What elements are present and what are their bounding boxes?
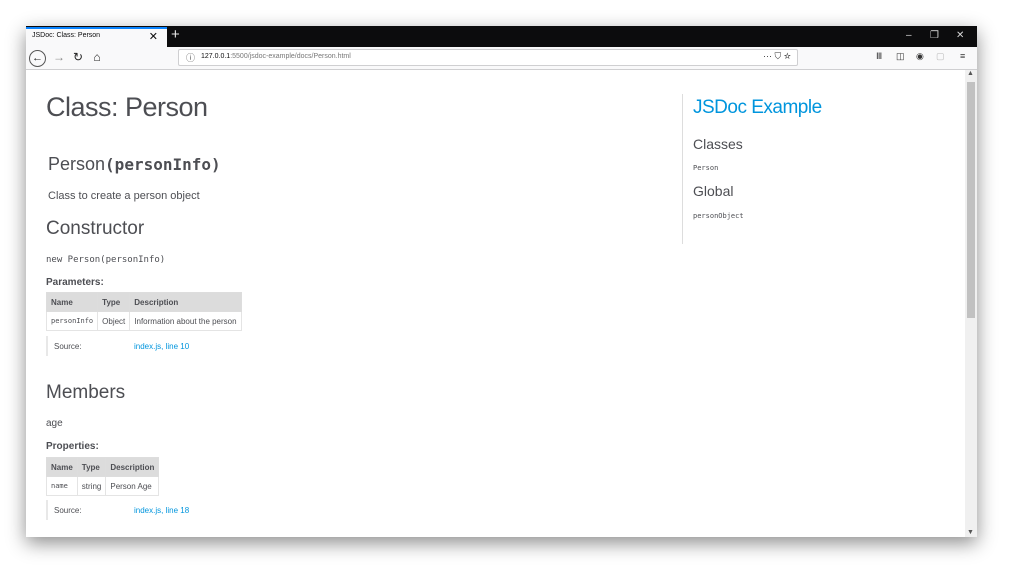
class-description: Class to create a person object	[48, 190, 200, 202]
extension-icon[interactable]: ▢	[936, 51, 945, 62]
column-header: Type	[76, 457, 107, 477]
forward-icon[interactable]: →	[52, 49, 66, 66]
signature-params: (personInfo)	[105, 155, 221, 174]
prop-name: name	[46, 476, 78, 496]
scroll-up-icon[interactable]: ▲	[967, 70, 974, 77]
page-content: Class: Person Person(personInfo) Class t…	[26, 70, 965, 537]
page-actions[interactable]: ··· ⛉ ☆	[763, 51, 791, 62]
class-signature: Person(personInfo)	[48, 154, 221, 175]
menu-icon[interactable]: ≡	[960, 51, 965, 61]
library-icon[interactable]: Ⅲ	[876, 51, 882, 62]
vertical-scrollbar[interactable]: ▲ ▼	[965, 70, 977, 537]
constructor-heading: Constructor	[46, 218, 145, 239]
source-block: Source: index.js, line 18	[46, 500, 198, 520]
brand-link[interactable]: JSDoc Example	[693, 97, 822, 119]
param-description: Information about the person	[129, 311, 242, 331]
sidebar-item-personobject[interactable]: personObject	[693, 212, 744, 220]
source-label: Source:	[54, 342, 82, 351]
table-header-row: Name Type Description	[46, 457, 160, 477]
source-block: Source: index.js, line 10	[46, 336, 198, 356]
home-icon[interactable]: ⌂	[90, 49, 104, 66]
sidebar-item-person[interactable]: Person	[693, 164, 718, 172]
table-header-row: Name Type Description	[45, 292, 242, 312]
classes-heading: Classes	[693, 136, 743, 152]
properties-table: Name Type Description name string Person…	[46, 457, 160, 496]
reload-icon[interactable]: ↻	[71, 49, 85, 66]
source-link[interactable]: index.js, line 18	[134, 506, 189, 515]
minimize-button[interactable]: –	[906, 28, 912, 44]
tab-title: JSDoc: Class: Person	[32, 32, 101, 39]
column-header: Type	[97, 292, 131, 312]
navigation-toolbar: ← → ↻ ⌂ ⓘ 127.0.0.1:5500/jsdoc-example/d…	[26, 47, 977, 70]
tab-close-icon[interactable]: ✕	[149, 30, 158, 44]
url-bar[interactable]: ⓘ 127.0.0.1:5500/jsdoc-example/docs/Pers…	[178, 49, 798, 66]
page-title: Class: Person	[46, 92, 208, 122]
sidebar-nav: JSDoc Example Classes Person Global pers…	[682, 94, 883, 244]
browser-tab[interactable]: JSDoc: Class: Person ✕	[26, 27, 167, 47]
members-heading: Members	[46, 382, 126, 403]
browser-window: JSDoc: Class: Person ✕ + – ❐ ✕ ← → ↻ ⌂ ⓘ…	[26, 26, 977, 537]
url-text: 127.0.0.1:5500/jsdoc-example/docs/Person…	[201, 53, 351, 60]
column-header: Name	[46, 457, 78, 477]
account-icon[interactable]: ◉	[916, 51, 924, 62]
param-type: Object	[97, 311, 131, 331]
column-header: Description	[129, 292, 242, 312]
table-row: personInfo Object Information about the …	[45, 311, 242, 331]
param-name: personInfo	[45, 311, 99, 331]
sidebar-icon[interactable]: ◫	[896, 51, 905, 62]
table-row: name string Person Age	[46, 476, 160, 496]
scroll-down-icon[interactable]: ▼	[967, 529, 974, 536]
back-icon[interactable]: ←	[29, 50, 46, 67]
prop-type: string	[76, 476, 107, 496]
close-window-button[interactable]: ✕	[956, 28, 964, 44]
column-header: Name	[45, 292, 99, 312]
source-link[interactable]: index.js, line 10	[134, 342, 189, 351]
member-name: age	[46, 418, 63, 429]
constructor-code: new Person(personInfo)	[46, 255, 166, 265]
parameters-heading: Parameters:	[46, 277, 104, 288]
parameters-table: Name Type Description personInfo Object …	[45, 292, 242, 331]
url-host: 127.0.0.1	[201, 53, 231, 60]
properties-heading: Properties:	[46, 441, 99, 452]
url-path: :5500/jsdoc-example/docs/Person.html	[230, 53, 351, 60]
global-heading: Global	[693, 183, 734, 199]
restore-button[interactable]: ❐	[930, 28, 939, 44]
title-bar: JSDoc: Class: Person ✕ + – ❐ ✕	[26, 26, 977, 47]
prop-description: Person Age	[105, 476, 160, 496]
source-label: Source:	[54, 506, 82, 515]
column-header: Description	[105, 457, 160, 477]
info-icon[interactable]: ⓘ	[186, 51, 195, 64]
new-tab-button[interactable]: +	[171, 26, 180, 45]
signature-name: Person	[48, 154, 106, 174]
scroll-thumb[interactable]	[967, 82, 975, 318]
